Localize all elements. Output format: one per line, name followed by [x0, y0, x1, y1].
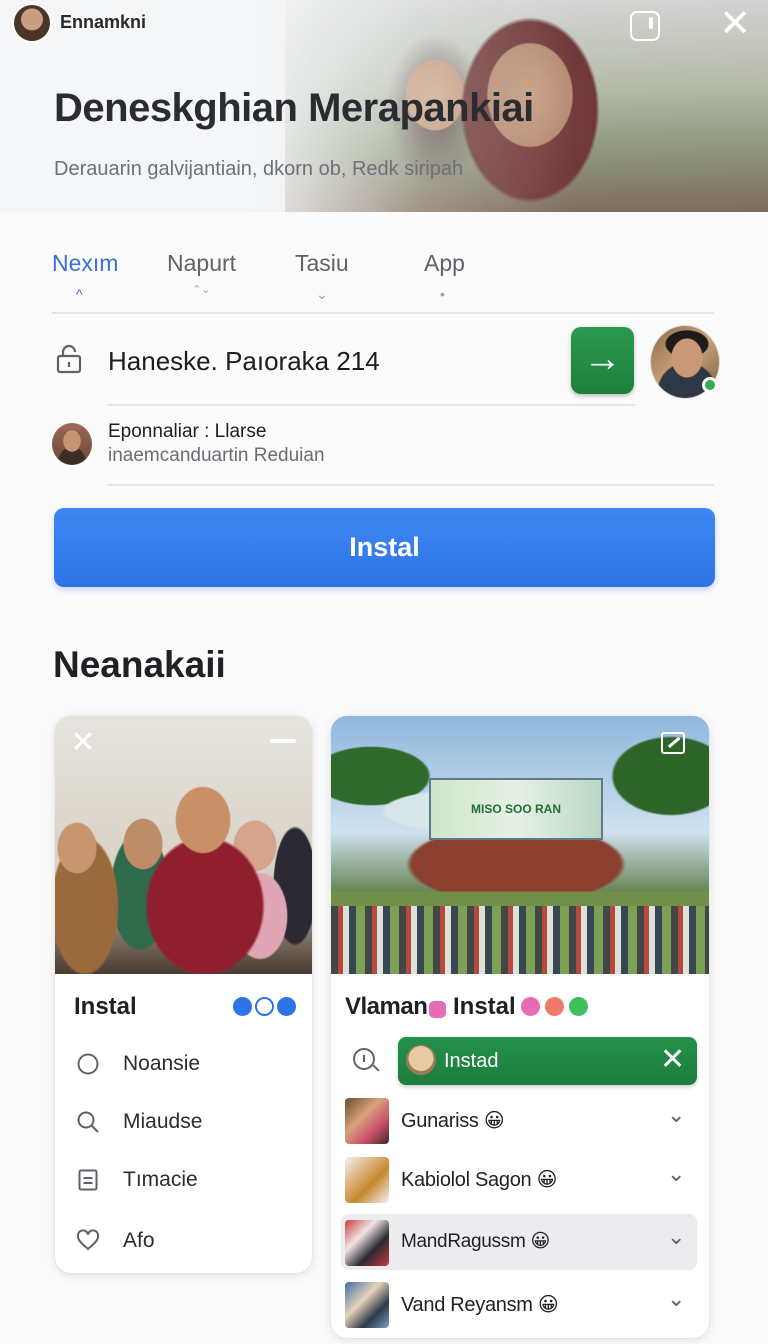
thumbnail — [345, 1220, 389, 1266]
tab-nexim-indicator: ^ — [76, 286, 83, 302]
thumbnail — [345, 1157, 389, 1203]
pink-dot-icon[interactable] — [521, 997, 540, 1016]
search-icon — [77, 1111, 99, 1133]
account-subtitle: inaemcanduartin Reduian — [108, 445, 325, 466]
menu-label: Tımacie — [123, 1168, 198, 1191]
address-field[interactable]: Haneske. Paıoraka 214 — [108, 346, 380, 377]
chevron-down-icon[interactable]: ⌄ — [667, 1224, 685, 1250]
tab-napurt-indicator: ⌃⌄ — [192, 284, 211, 296]
list-item-vand-reyansm[interactable]: Vand Reyansm 😀 ⌄ — [341, 1276, 697, 1332]
tab-bar: Nexım ^ Napurt ⌃⌄ Tasiu ⌄ App • — [52, 242, 714, 314]
close-icon[interactable]: ✕ — [718, 5, 752, 43]
card-title: Instal — [453, 993, 516, 1020]
tab-tasiu[interactable]: Tasiu — [295, 250, 349, 277]
minimize-icon[interactable] — [270, 739, 296, 743]
card-title: Instal — [74, 993, 137, 1020]
list-item-gunariss[interactable]: Gunariss 😀 ⌄ — [341, 1092, 697, 1148]
brand-avatar[interactable] — [12, 3, 52, 43]
tab-nexim[interactable]: Nexım — [52, 250, 118, 277]
list-label: Kabiolol Sagon 😀 — [401, 1169, 558, 1191]
close-icon[interactable]: ✕ — [660, 1043, 685, 1077]
list-label: Gunariss 😀 — [401, 1110, 505, 1132]
section-title: Neanakaii — [53, 644, 226, 685]
orange-dot-icon[interactable] — [545, 997, 564, 1016]
menu-label: Miaudse — [123, 1110, 203, 1133]
heart-icon — [76, 1229, 100, 1251]
install-chip[interactable]: Instad ✕ — [398, 1037, 697, 1085]
event-photo: MISO SOO RAN — [331, 716, 709, 974]
menu-label: Noansie — [123, 1052, 201, 1075]
tab-app-indicator: • — [440, 286, 445, 302]
card-family[interactable]: ✕ Instal Noansie Miaudse Tımacie Afo — [55, 716, 312, 1273]
green-dot-icon[interactable] — [569, 997, 588, 1016]
chevron-down-icon[interactable] — [277, 997, 296, 1016]
list-label: MandRagussm 😀 — [401, 1231, 550, 1252]
brand-name: Ennamkni — [60, 12, 147, 32]
tab-tasiu-indicator: ⌄ — [316, 286, 328, 302]
menu-label: Afo — [123, 1229, 155, 1252]
tab-napurt[interactable]: Napurt — [167, 250, 236, 277]
chevron-down-icon[interactable]: ⌄ — [667, 1286, 685, 1312]
circle-icon — [77, 1053, 99, 1075]
tab-app[interactable]: App — [424, 250, 465, 277]
thumbnail — [345, 1282, 389, 1328]
document-icon — [78, 1169, 98, 1191]
chip-label: Instad — [444, 1050, 499, 1072]
chevron-down-icon[interactable]: ⌄ — [667, 1102, 685, 1128]
list-item-mandragussm[interactable]: MandRagussm 😀 ⌄ — [341, 1214, 697, 1270]
chip-avatar — [406, 1045, 436, 1075]
facebook-icon[interactable] — [233, 997, 252, 1016]
close-icon[interactable]: ✕ — [69, 728, 97, 758]
install-button[interactable]: Instal — [54, 508, 715, 587]
ring-icon[interactable] — [255, 997, 274, 1016]
expand-icon[interactable] — [661, 732, 685, 754]
thumbnail — [345, 1098, 389, 1144]
event-banner: MISO SOO RAN — [429, 778, 603, 840]
card-title-prefix: Vlaman — [345, 993, 428, 1020]
hero-banner: Ennamkni Deneskghian Merapankiai Derauar… — [0, 0, 768, 212]
list-item-kabiolol[interactable]: Kabiolol Sagon 😀 ⌄ — [341, 1151, 697, 1207]
go-button[interactable]: → — [571, 327, 634, 394]
menu-item-miaudse[interactable]: Miaudse — [55, 1102, 312, 1142]
crowd-image — [331, 906, 709, 974]
account-avatar[interactable] — [52, 423, 92, 465]
address-underline — [108, 404, 635, 406]
search-icon[interactable] — [353, 1048, 375, 1070]
list-label: Vand Reyansm 😀 — [401, 1294, 559, 1316]
page-title: Deneskghian Merapankiai — [54, 86, 534, 130]
app-icon — [429, 1001, 446, 1018]
open-external-icon[interactable] — [630, 11, 660, 41]
page-subtitle: Derauarin galvijantiain, dkorn ob, Redk … — [54, 158, 464, 180]
lock-icon — [56, 344, 82, 374]
card-event[interactable]: MISO SOO RAN Vlaman Instal Instad ✕ Guna… — [331, 716, 709, 1338]
account-name: Eponnaliar : Llarse — [108, 421, 267, 442]
menu-item-noansie[interactable]: Noansie — [55, 1044, 312, 1084]
account-divider — [108, 484, 714, 486]
menu-item-afo[interactable]: Afo — [55, 1221, 312, 1261]
online-status-badge — [702, 377, 718, 393]
menu-item-timacie[interactable]: Tımacie — [55, 1160, 312, 1200]
chevron-down-icon[interactable]: ⌄ — [667, 1161, 685, 1187]
